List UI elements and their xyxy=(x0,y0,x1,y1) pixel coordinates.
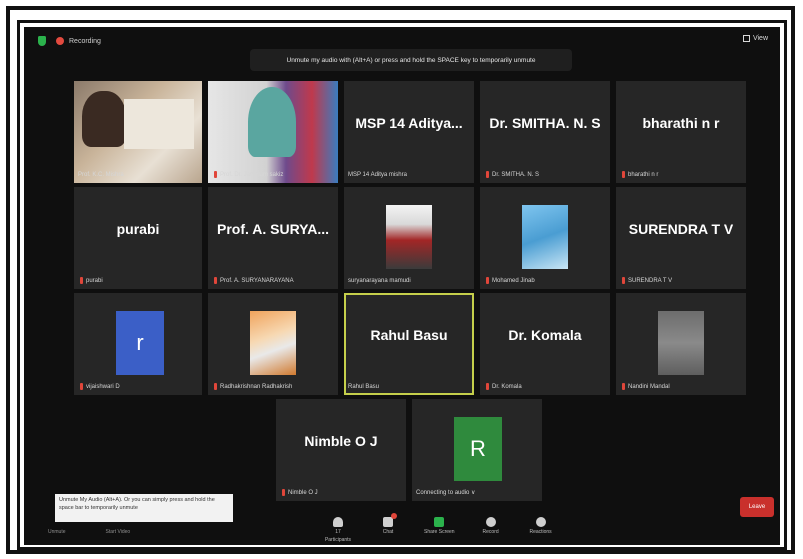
participant-display-name: SURENDRA T V xyxy=(628,221,734,237)
participant-tile[interactable]: Dr. SMITHA. N. S Dr. SMITHA. N. S xyxy=(480,81,610,183)
participant-name: SURENDRA T V xyxy=(622,277,672,284)
participant-tile[interactable]: Dr. Komala Dr. Komala xyxy=(480,293,610,395)
participant-name: Prof. A. SURYANARAYANA xyxy=(214,277,294,284)
participants-icon xyxy=(333,517,343,527)
record-label: Record xyxy=(482,529,499,535)
mic-muted-icon xyxy=(80,383,83,390)
recording-label: Recording xyxy=(69,37,101,45)
participant-display-name: Rahul Basu xyxy=(370,327,448,343)
view-button[interactable]: View xyxy=(742,35,768,42)
mic-muted-icon xyxy=(622,171,625,178)
security-shield-icon[interactable] xyxy=(38,36,46,46)
participant-tile[interactable]: Nandini Mandal xyxy=(616,293,746,395)
participant-name: Prof. Dr. Jamalum sakiz xyxy=(214,171,283,178)
participant-video xyxy=(74,81,202,183)
participants-count: 17 xyxy=(335,529,341,535)
mic-muted-icon xyxy=(486,277,489,284)
mic-muted-icon xyxy=(486,171,489,178)
participant-name: Nandini Mandal xyxy=(622,383,670,390)
mic-muted-icon xyxy=(214,277,217,284)
chat-button[interactable]: Chat xyxy=(374,513,402,535)
profile-picture xyxy=(522,205,568,269)
meeting-status: Recording xyxy=(38,36,101,46)
participant-tile[interactable]: Radhakrishnan Radhakrish xyxy=(208,293,338,395)
reactions-label: Reactions xyxy=(529,529,552,535)
share-screen-icon xyxy=(434,517,445,527)
participant-name: Dr. SMITHA. N. S xyxy=(486,171,539,178)
mic-muted-icon xyxy=(486,383,489,390)
participant-display-name: MSP 14 Aditya... xyxy=(355,115,463,131)
participant-name: bharathi n r xyxy=(622,171,658,178)
participant-tile[interactable]: MSP 14 Aditya... MSP 14 Aditya mishra xyxy=(344,81,474,183)
participant-display-name: Dr. Komala xyxy=(508,327,582,343)
mic-muted-icon xyxy=(214,171,217,178)
participant-avatar: r xyxy=(116,311,164,375)
participant-tile[interactable]: Prof. Dr. Jamalum sakiz xyxy=(208,81,338,183)
mic-muted-icon xyxy=(80,277,83,284)
participant-tile[interactable]: Mohamed Jinab xyxy=(480,187,610,289)
participant-name: Connecting to audio ∨ xyxy=(416,490,476,496)
participant-name: Prof. K.C. Mishra xyxy=(78,172,124,178)
profile-picture xyxy=(250,311,296,375)
participant-name: Radhakrishnan Radhakrish xyxy=(214,383,292,390)
record-button[interactable]: Record xyxy=(477,517,505,535)
participants-label: Participants xyxy=(324,537,352,543)
participant-display-name: Nimble O J xyxy=(304,433,378,449)
participant-display-name: bharathi n r xyxy=(642,115,720,131)
reactions-icon xyxy=(535,517,546,527)
participant-display-name: purabi xyxy=(116,221,160,237)
meeting-toolbar: 17 Participants Chat Share Screen Record… xyxy=(324,513,555,543)
unmute-tooltip: Unmute My Audio (Alt+A). Or you can simp… xyxy=(55,494,233,522)
chat-notification-badge xyxy=(391,513,397,519)
unmute-toast: Unmute my audio with (Alt+A) or press an… xyxy=(250,49,572,71)
record-icon xyxy=(485,517,496,527)
participant-name: vijaishwari D xyxy=(80,383,120,390)
participant-tile[interactable]: purabi purabi xyxy=(74,187,202,289)
mic-muted-icon xyxy=(214,383,217,390)
active-speaker-tile[interactable]: Rahul Basu Rahul Basu xyxy=(344,293,474,395)
participant-name: Nimble O J xyxy=(282,489,318,496)
reactions-button[interactable]: Reactions xyxy=(527,517,555,535)
mic-muted-icon xyxy=(282,489,285,496)
profile-picture xyxy=(658,311,704,375)
start-video-button[interactable]: Start Video xyxy=(106,529,131,535)
unmute-button[interactable]: Unmute xyxy=(48,529,66,535)
participant-tile[interactable]: suryanarayana mamudi xyxy=(344,187,474,289)
recording-dot-icon xyxy=(56,37,64,45)
participant-name: MSP 14 Aditya mishra xyxy=(348,172,407,178)
meeting-window: Recording View Unmute my audio with (Alt… xyxy=(24,27,780,545)
share-screen-label: Share Screen xyxy=(424,529,455,535)
chat-label: Chat xyxy=(382,529,394,535)
grid-view-icon xyxy=(742,35,750,42)
profile-picture xyxy=(386,205,432,269)
participant-name: Dr. Komala xyxy=(486,383,522,390)
participant-tile[interactable]: Prof. K.C. Mishra xyxy=(74,81,202,183)
mic-muted-icon xyxy=(622,383,625,390)
participant-name: Rahul Basu xyxy=(348,384,380,390)
chat-icon xyxy=(383,513,397,527)
mic-muted-icon xyxy=(622,277,625,284)
view-label: View xyxy=(752,35,768,42)
participant-display-name: Prof. A. SURYA... xyxy=(216,221,330,237)
participant-tile[interactable]: SURENDRA T V SURENDRA T V xyxy=(616,187,746,289)
participant-tile[interactable]: r vijaishwari D xyxy=(74,293,202,395)
audio-video-controls: Unmute Start Video xyxy=(48,529,130,535)
participant-tile[interactable]: bharathi n r bharathi n r xyxy=(616,81,746,183)
participant-tile[interactable]: Prof. A. SURYA... Prof. A. SURYANARAYANA xyxy=(208,187,338,289)
participant-video xyxy=(208,81,338,183)
participants-button[interactable]: 17 Participants xyxy=(324,517,352,543)
participant-tile[interactable]: Nimble O J Nimble O J xyxy=(276,399,406,501)
participant-tile[interactable]: R Connecting to audio ∨ xyxy=(412,399,542,501)
participant-name: purabi xyxy=(80,277,103,284)
share-screen-button[interactable]: Share Screen xyxy=(424,517,455,535)
participant-avatar: R xyxy=(454,417,502,481)
participant-name: suryanarayana mamudi xyxy=(348,278,411,284)
leave-button[interactable]: Leave xyxy=(740,497,774,517)
participant-display-name: Dr. SMITHA. N. S xyxy=(489,115,601,131)
participant-name: Mohamed Jinab xyxy=(486,277,535,284)
